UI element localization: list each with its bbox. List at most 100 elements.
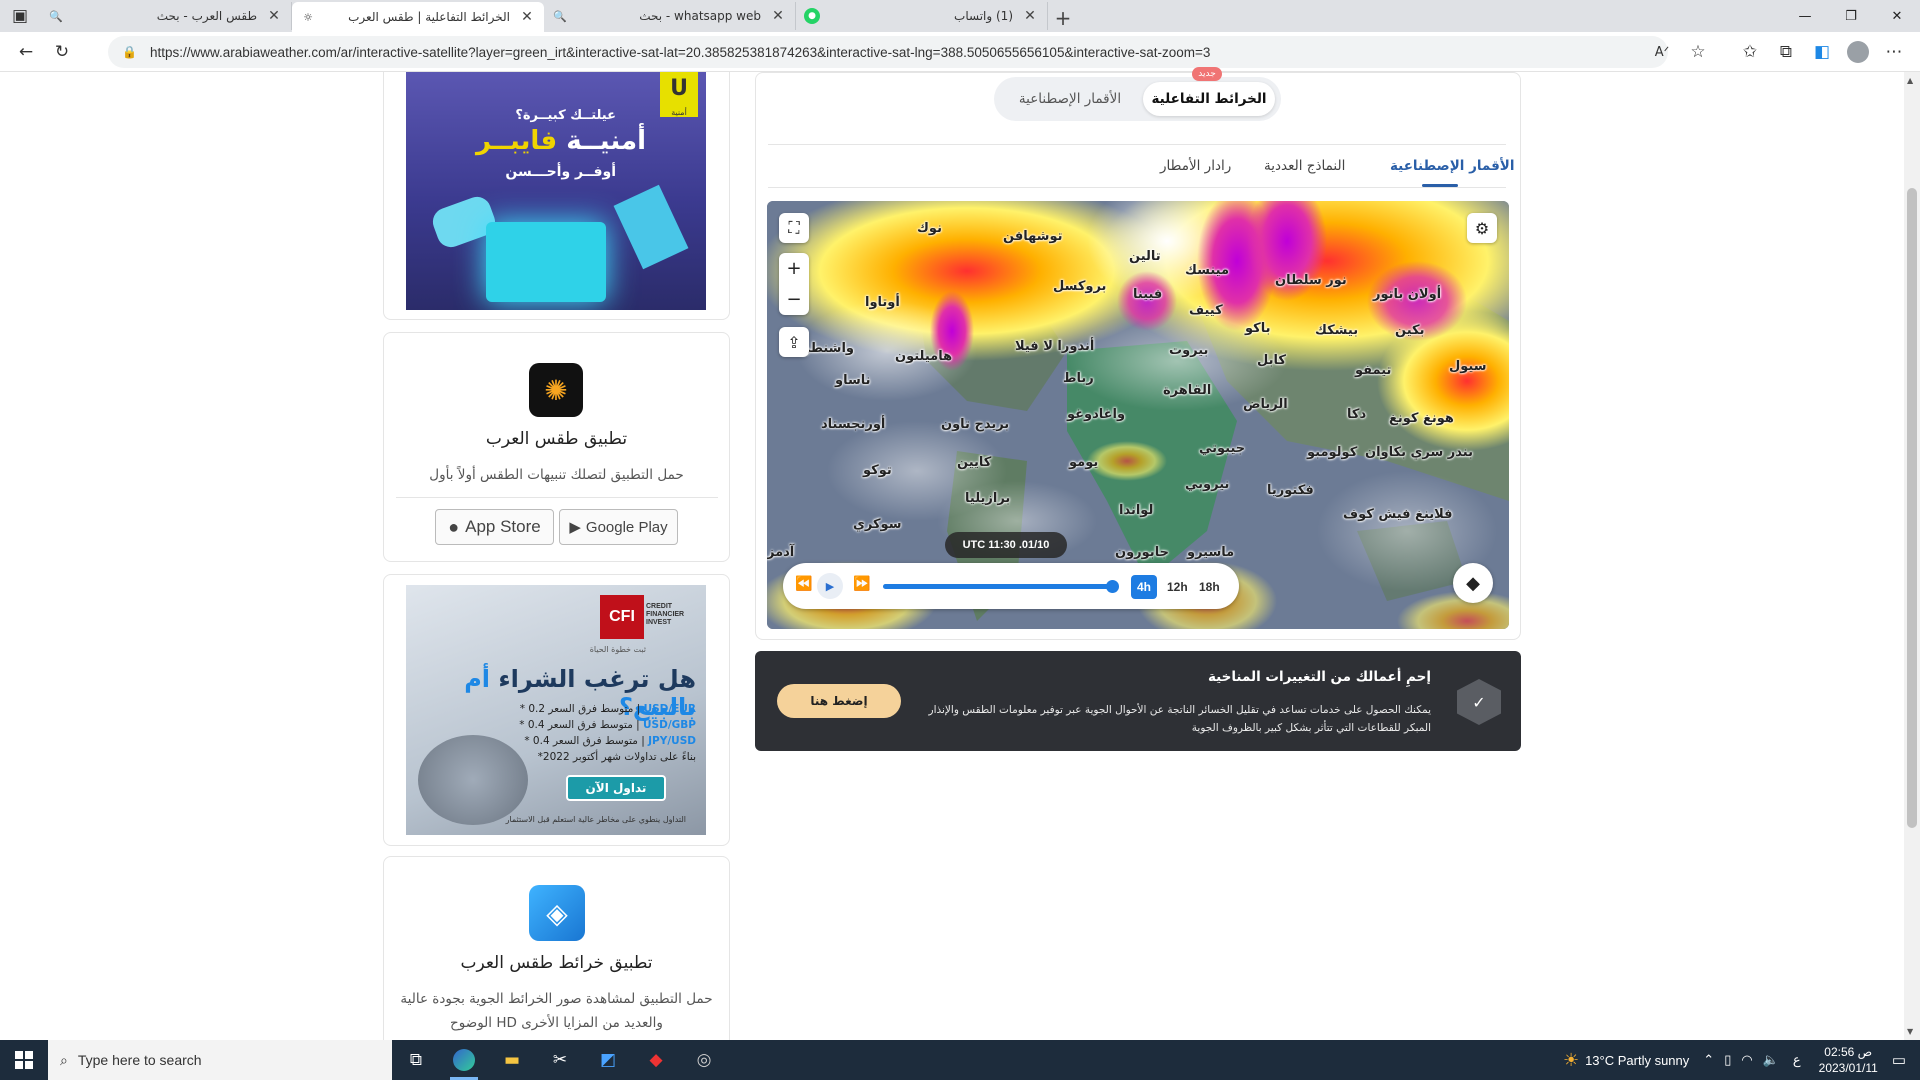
browser-tab-2[interactable]: ☼ الخرائط التفاعلية | طقس العرب ✕: [292, 2, 544, 32]
timeline-knob[interactable]: [1106, 580, 1120, 593]
interval-18h[interactable]: 18h: [1193, 575, 1226, 599]
add-favorite-icon[interactable]: ☆: [1680, 36, 1716, 68]
clock[interactable]: 02:56 ص 2023/01/11: [1819, 1044, 1878, 1076]
app-store-label: App Store: [465, 517, 541, 536]
map-label: تالين: [1129, 249, 1161, 264]
interval-12h[interactable]: 12h: [1161, 575, 1194, 599]
scroll-up-icon[interactable]: ▲: [1907, 76, 1913, 85]
refresh-button[interactable]: ↻: [44, 36, 80, 68]
cfi-ad[interactable]: CFI CREDIT FINANCIER INVEST ثبت خطوة الح…: [406, 585, 706, 835]
start-button[interactable]: [0, 1040, 48, 1080]
toggle-satellites[interactable]: الأقمار الإصطناعية: [1000, 82, 1140, 116]
map-label: أورنجستاد: [821, 417, 886, 432]
browser-tab-3[interactable]: 🔍 whatsapp web - بحث ✕: [544, 2, 796, 30]
climate-banner: ✓ إحمِ أعمالك من التغييرات المناخية يمكن…: [755, 651, 1521, 751]
app-red-icon[interactable]: ◆: [632, 1040, 680, 1080]
new-tab-button[interactable]: +: [1048, 4, 1078, 32]
umniah-logo: U: [660, 72, 698, 112]
snipping-tool-icon[interactable]: ✂: [536, 1040, 584, 1080]
rewind-button[interactable]: ⏪: [795, 576, 812, 592]
edge-icon[interactable]: [440, 1040, 488, 1080]
umniah-logo-sub: أمنية: [660, 108, 698, 117]
tab-numerical-models[interactable]: النماذج العددية: [1264, 158, 1345, 174]
wifi-icon[interactable]: ◠: [1741, 1052, 1752, 1068]
tab-satellites[interactable]: الأقمار الإصطناعية: [1390, 158, 1515, 174]
map-label: باكو: [1245, 321, 1271, 336]
app-store-button[interactable]: ● App Store: [435, 509, 554, 545]
tab-actions-icon[interactable]: ▣: [0, 0, 40, 32]
favorites-icon[interactable]: ✩: [1732, 36, 1768, 68]
map-label: بروكسل: [1053, 279, 1107, 294]
browser-tab-1[interactable]: 🔍 طقس العرب - بحث ✕: [40, 2, 292, 30]
lock-icon[interactable]: 🔒: [122, 45, 142, 59]
map-mode-toggle: الخرائط التفاعلية الأقمار الإصطناعية: [994, 77, 1281, 121]
weather-text[interactable]: 13°C Partly sunny: [1585, 1053, 1689, 1068]
zoom-out-button[interactable]: −: [779, 284, 809, 315]
volume-icon[interactable]: 🔈: [1763, 1052, 1779, 1068]
close-window-button[interactable]: ✕: [1874, 0, 1920, 32]
toggle-interactive-maps[interactable]: الخرائط التفاعلية: [1143, 82, 1275, 116]
interval-4h[interactable]: 4h: [1131, 575, 1158, 599]
map-label: مينسك: [1185, 263, 1229, 278]
taskbar-search-placeholder: Type here to search: [77, 1052, 202, 1068]
page-scrollbar[interactable]: ▲ ▼: [1904, 72, 1920, 1040]
scrollbar-thumb[interactable]: [1907, 188, 1917, 828]
tab-title: الخرائط التفاعلية | طقس العرب: [348, 10, 510, 24]
window-controls: — ❐ ✕: [1782, 0, 1920, 32]
toolbar-right: Aᐟ ☆ ✩ ⧉ ◧ ⋯: [1644, 32, 1920, 72]
search-icon: 🔍: [49, 9, 63, 23]
browser-essentials-icon[interactable]: ◧: [1804, 36, 1840, 68]
cfi-line: USD/EUR | متوسط فرق السعر 0.2 *: [520, 703, 696, 715]
tab-rain-radar[interactable]: رادار الأمطار: [1160, 158, 1231, 174]
settings-button[interactable]: ⚙: [1467, 213, 1497, 243]
close-icon[interactable]: ✕: [265, 7, 283, 25]
share-button[interactable]: ⇪: [779, 327, 809, 357]
task-view-icon[interactable]: ⧉: [392, 1040, 440, 1080]
map-label: كييف: [1189, 303, 1223, 318]
click-here-button[interactable]: إضغط هنا: [777, 684, 901, 718]
photos-icon[interactable]: ◩: [584, 1040, 632, 1080]
app-swirl-icon[interactable]: ◎: [680, 1040, 728, 1080]
collections-icon[interactable]: ⧉: [1768, 36, 1804, 68]
weather-icon[interactable]: ☀: [1563, 1050, 1579, 1071]
play-button[interactable]: ▶: [817, 573, 843, 599]
close-icon[interactable]: ✕: [1021, 7, 1039, 25]
read-aloud-icon[interactable]: Aᐟ: [1644, 36, 1680, 68]
taskbar-search[interactable]: ⌕ Type here to search: [48, 1040, 392, 1080]
map-label: أوتاوا: [865, 295, 900, 310]
tab-title: (1) واتساب: [954, 9, 1013, 23]
map-label: أولان باتور: [1373, 287, 1442, 302]
trade-now-button[interactable]: تداول الآن: [566, 775, 666, 801]
app-card: ✺ تطبيق طقس العرب حمل التطبيق لتصلك تنبي…: [383, 332, 730, 562]
more-icon[interactable]: ⋯: [1876, 36, 1912, 68]
back-button[interactable]: ←: [8, 36, 44, 68]
fullscreen-button[interactable]: ⛶: [779, 213, 809, 243]
restore-button[interactable]: ❐: [1828, 0, 1874, 32]
layers-button[interactable]: ◆: [1453, 563, 1493, 603]
satellite-map[interactable]: نوك توشهافن تالين مينسك نور سلطان أولان …: [767, 201, 1509, 629]
windows-icon: [15, 1051, 33, 1069]
map-timestamp: UTC 11:30 .01/10: [945, 532, 1067, 558]
notifications-icon[interactable]: ▭: [1892, 1051, 1906, 1069]
close-icon[interactable]: ✕: [769, 7, 787, 25]
scroll-down-icon[interactable]: ▼: [1907, 1027, 1913, 1036]
browser-tab-4[interactable]: ● (1) واتساب ✕: [796, 2, 1048, 30]
cfi-line-text: | متوسط فرق السعر 0.4 *: [519, 719, 644, 731]
profile-avatar[interactable]: [1840, 36, 1876, 68]
device-icon[interactable]: ▯: [1724, 1052, 1731, 1068]
timeline-slider[interactable]: [883, 580, 1120, 593]
google-play-button[interactable]: ▶ Google Play: [559, 509, 678, 545]
language-indicator[interactable]: ع: [1793, 1052, 1801, 1068]
cfi-name: CREDIT FINANCIER INVEST: [646, 603, 685, 626]
close-icon[interactable]: ✕: [518, 8, 536, 26]
zoom-in-button[interactable]: +: [779, 253, 809, 284]
minimize-button[interactable]: —: [1782, 0, 1828, 32]
chevron-up-icon[interactable]: ⌃: [1703, 1052, 1714, 1068]
google-play-label: Google Play: [585, 518, 668, 536]
fast-forward-button[interactable]: ⏩: [853, 576, 870, 592]
timeline-fill: [883, 584, 1113, 589]
umniah-ad[interactable]: U أمنية عيلتــك كبيــرة؟ أمنيــة فايبــر…: [406, 72, 706, 310]
file-explorer-icon[interactable]: ▬: [488, 1040, 536, 1080]
maps-app-desc-1: حمل التطبيق لمشاهدة صور الخرائط الجوية ب…: [400, 991, 713, 1007]
address-bar[interactable]: 🔒 https://www.arabiaweather.com/ar/inter…: [108, 36, 1668, 68]
